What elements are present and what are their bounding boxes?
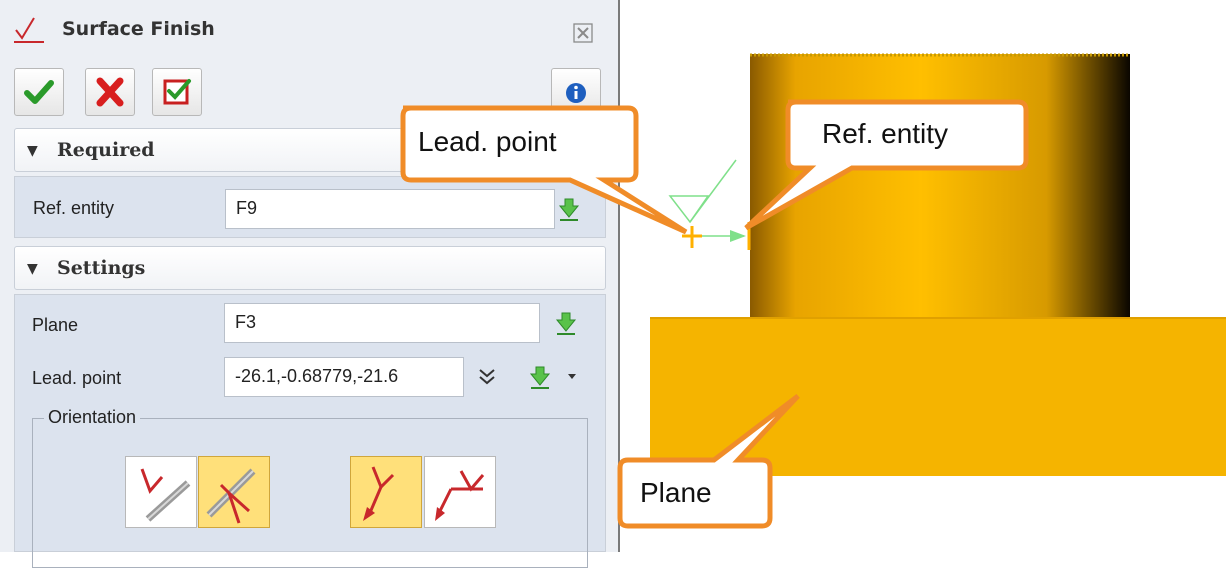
lead-point-callout-text: Lead. point [418,126,557,157]
ref-entity-callout-text: Ref. entity [822,118,949,149]
plane-callout-text: Plane [640,477,712,508]
callout-layer [400,99,1029,529]
